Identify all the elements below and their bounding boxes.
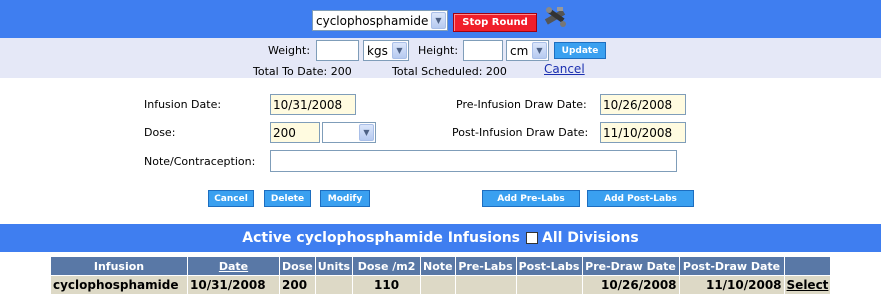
cell-note <box>420 275 456 295</box>
cell-units <box>314 275 354 295</box>
cancel-link[interactable]: Cancel <box>544 62 585 76</box>
all-divisions-checkbox[interactable] <box>526 232 538 244</box>
chevron-down-icon[interactable]: ▼ <box>532 42 547 59</box>
col-note: Note <box>420 256 456 276</box>
weight-input[interactable] <box>316 40 359 61</box>
chevron-down-icon[interactable]: ▼ <box>431 12 446 29</box>
dose-input[interactable]: 200 <box>270 122 320 143</box>
weight-unit-value: kgs <box>367 43 388 58</box>
chevron-down-icon[interactable]: ▼ <box>359 124 374 141</box>
modify-button[interactable]: Modify <box>320 190 370 207</box>
col-dose-m2: Dose /m2 <box>352 256 422 276</box>
cell-infusion: cyclophosphamide <box>50 275 188 295</box>
delete-button[interactable]: Delete <box>264 190 311 207</box>
cell-action: Select <box>783 275 832 295</box>
cell-post-draw-date: 11/10/2008 <box>678 275 785 295</box>
post-draw-date-value: 11/10/2008 <box>603 125 673 140</box>
dose-unit-select[interactable]: ▼ <box>322 122 376 143</box>
active-infusions-title: Active cyclophosphamide Infusions <box>242 230 520 246</box>
infusion-date-input[interactable]: 10/31/2008 <box>270 94 356 115</box>
height-input[interactable] <box>463 40 503 61</box>
infusion-date-value: 10/31/2008 <box>273 97 343 112</box>
total-to-date: Total To Date: 200 <box>253 65 352 78</box>
note-label: Note/Contraception: <box>144 155 256 168</box>
chevron-down-icon[interactable]: ▼ <box>392 42 407 59</box>
note-input[interactable] <box>270 150 677 172</box>
cancel-label: Cancel <box>214 193 248 204</box>
tools-icon[interactable] <box>543 5 569 29</box>
cell-date: 10/31/2008 <box>187 275 280 295</box>
col-date[interactable]: Date <box>187 256 280 276</box>
add-pre-labs-button[interactable]: Add Pre-Labs <box>482 190 580 207</box>
cell-pre-labs <box>454 275 517 295</box>
stop-round-label: Stop Round <box>462 17 528 28</box>
dose-label: Dose: <box>144 126 176 139</box>
col-date-label[interactable]: Date <box>219 260 248 273</box>
weight-label: Weight: <box>268 44 311 57</box>
add-post-labs-button[interactable]: Add Post-Labs <box>587 190 694 207</box>
height-unit-value: cm <box>510 43 529 58</box>
cancel-button[interactable]: Cancel <box>208 190 254 207</box>
col-post-draw-date: Post-Draw Date <box>678 256 785 276</box>
pre-draw-date-value: 10/26/2008 <box>603 97 673 112</box>
select-link[interactable]: Select <box>787 278 829 292</box>
infusions-table: Infusion Date Dose Units Dose /m2 Note P… <box>50 256 832 295</box>
update-label: Update <box>561 45 599 56</box>
infusion-date-label: Infusion Date: <box>144 98 222 111</box>
add-pre-labs-label: Add Pre-Labs <box>497 193 565 204</box>
height-unit-select[interactable]: cm ▼ <box>506 40 549 61</box>
col-pre-draw-date: Pre-Draw Date <box>581 256 680 276</box>
table-row: cyclophosphamide 10/31/2008 200 110 10/2… <box>50 275 832 295</box>
post-draw-date-label: Post-Infusion Draw Date: <box>452 126 589 139</box>
col-post-labs: Post-Labs <box>515 256 583 276</box>
post-draw-date-input[interactable]: 11/10/2008 <box>600 122 686 143</box>
all-divisions-label: All Divisions <box>542 230 639 246</box>
active-infusions-header: Active cyclophosphamide Infusions All Di… <box>0 224 881 252</box>
col-dose: Dose <box>279 256 316 276</box>
add-post-labs-label: Add Post-Labs <box>604 193 677 204</box>
height-label: Height: <box>418 44 459 57</box>
cell-pre-draw-date: 10/26/2008 <box>581 275 680 295</box>
col-units: Units <box>314 256 354 276</box>
total-scheduled: Total Scheduled: 200 <box>392 65 507 78</box>
dose-value: 200 <box>273 125 296 140</box>
table-header-row: Infusion Date Dose Units Dose /m2 Note P… <box>50 256 832 276</box>
update-button[interactable]: Update <box>554 42 606 59</box>
modify-label: Modify <box>327 193 363 204</box>
col-infusion: Infusion <box>50 256 188 276</box>
pre-draw-date-input[interactable]: 10/26/2008 <box>600 94 686 115</box>
pre-draw-date-label: Pre-Infusion Draw Date: <box>456 98 587 111</box>
col-pre-labs: Pre-Labs <box>454 256 517 276</box>
delete-label: Delete <box>270 193 305 204</box>
cell-dose: 200 <box>279 275 316 295</box>
col-action <box>783 256 832 276</box>
cell-post-labs <box>515 275 583 295</box>
cell-dose-m2: 110 <box>352 275 422 295</box>
weight-unit-select[interactable]: kgs ▼ <box>363 40 409 61</box>
stop-round-button[interactable]: Stop Round <box>453 13 537 32</box>
drug-select[interactable]: cyclophosphamide ▼ <box>312 10 448 31</box>
drug-select-value: cyclophosphamide <box>316 13 429 28</box>
